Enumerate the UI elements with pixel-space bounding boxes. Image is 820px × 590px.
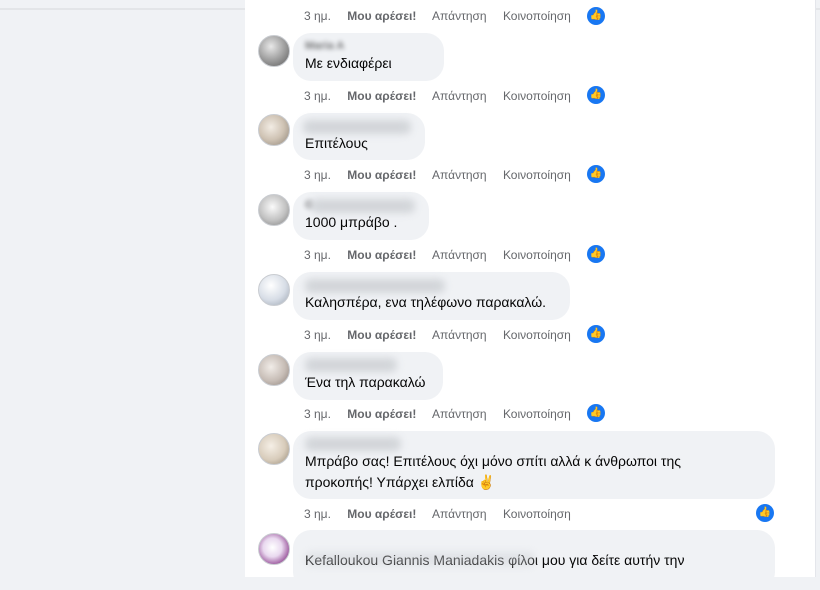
- comment-text: 1000 μπράβο .: [305, 214, 398, 230]
- avatar[interactable]: [258, 433, 290, 465]
- comment-actions: 3 ημ. Μου αρέσει! Απάντηση Κοινοποίηση: [304, 89, 584, 103]
- comment-text: Μπράβο σας! Επιτέλους όχι μόνο σπίτι αλλ…: [305, 453, 681, 490]
- reply-link[interactable]: Απάντηση: [432, 407, 487, 421]
- like-link[interactable]: Μου αρέσει!: [347, 248, 416, 262]
- comment-time: 3 ημ.: [304, 328, 331, 342]
- avatar[interactable]: [258, 354, 290, 386]
- reply-link[interactable]: Απάντηση: [432, 9, 487, 23]
- comment-text: Με ενδιαφέρει: [305, 55, 392, 71]
- comment-bubble: Maria A Με ενδιαφέρει: [293, 33, 444, 81]
- reply-link[interactable]: Απάντηση: [432, 89, 487, 103]
- redacted-name: [305, 437, 401, 451]
- like-link[interactable]: Μου αρέσει!: [347, 507, 416, 521]
- share-link[interactable]: Κοινοποίηση: [503, 89, 571, 103]
- reply-link[interactable]: Απάντηση: [432, 248, 487, 262]
- redacted-tags: [305, 552, 535, 566]
- reply-link[interactable]: Απάντηση: [432, 328, 487, 342]
- comment-text: Επιτέλους: [305, 135, 368, 151]
- comment-time: 3 ημ.: [304, 507, 331, 521]
- redacted-name: [305, 279, 445, 293]
- comment-time: 3 ημ.: [304, 89, 331, 103]
- redacted-name: [311, 199, 415, 213]
- avatar[interactable]: [258, 114, 290, 146]
- comment-time: 3 ημ.: [304, 407, 331, 421]
- like-link[interactable]: Μου αρέσει!: [347, 168, 416, 182]
- comment-actions: 3 ημ. Μου αρέσει! Απάντηση Κοινοποίηση: [304, 328, 584, 342]
- thumbs-up-icon[interactable]: 👍: [587, 86, 605, 104]
- comments-feed: 3 ημ. Μου αρέσει! Απάντηση Κοινοποίηση 👍…: [245, 0, 816, 590]
- redacted-name: [305, 358, 397, 372]
- thumbs-up-icon[interactable]: 👍: [587, 245, 605, 263]
- share-link[interactable]: Κοινοποίηση: [503, 248, 571, 262]
- comment-actions: 3 ημ. Μου αρέσει! Απάντηση Κοινοποίηση: [304, 248, 584, 262]
- share-link[interactable]: Κοινοποίηση: [503, 328, 571, 342]
- share-link[interactable]: Κοινοποίηση: [503, 407, 571, 421]
- share-link[interactable]: Κοινοποίηση: [503, 507, 571, 521]
- thumbs-up-icon[interactable]: 👍: [756, 504, 774, 522]
- avatar[interactable]: [258, 35, 290, 67]
- like-link[interactable]: Μου αρέσει!: [347, 328, 416, 342]
- avatar[interactable]: [258, 533, 290, 565]
- comment-actions: 3 ημ. Μου αρέσει! Απάντηση Κοινοποίηση: [304, 507, 584, 521]
- share-link[interactable]: Κοινοποίηση: [503, 168, 571, 182]
- comment-text: Ένα τηλ παρακαλώ: [305, 374, 426, 390]
- comment-text: Καλησπέρα, ενα τηλέφωνο παρακαλώ.: [305, 294, 547, 310]
- thumbs-up-icon[interactable]: 👍: [587, 7, 605, 25]
- thumbs-up-icon[interactable]: 👍: [587, 404, 605, 422]
- reply-link[interactable]: Απάντηση: [432, 168, 487, 182]
- avatar[interactable]: [258, 274, 290, 306]
- commenter-name[interactable]: [305, 537, 763, 549]
- thumbs-up-icon[interactable]: 👍: [587, 165, 605, 183]
- like-link[interactable]: Μου αρέσει!: [347, 9, 416, 23]
- redacted-name: [303, 120, 411, 134]
- commenter-name[interactable]: Maria A: [305, 40, 432, 52]
- comment-actions: 3 ημ. Μου αρέσει! Απάντηση Κοινοποίηση: [304, 9, 584, 23]
- comment-time: 3 ημ.: [304, 9, 331, 23]
- comment-time: 3 ημ.: [304, 248, 331, 262]
- reply-link[interactable]: Απάντηση: [432, 507, 487, 521]
- comment-actions: 3 ημ. Μου αρέσει! Απάντηση Κοινοποίηση: [304, 407, 584, 421]
- thumbs-up-icon[interactable]: 👍: [587, 325, 605, 343]
- like-link[interactable]: Μου αρέσει!: [347, 89, 416, 103]
- comment-actions: 3 ημ. Μου αρέσει! Απάντηση Κοινοποίηση: [304, 168, 584, 182]
- comment-time: 3 ημ.: [304, 168, 331, 182]
- like-link[interactable]: Μου αρέσει!: [347, 407, 416, 421]
- share-link[interactable]: Κοινοποίηση: [503, 9, 571, 23]
- avatar[interactable]: [258, 194, 290, 226]
